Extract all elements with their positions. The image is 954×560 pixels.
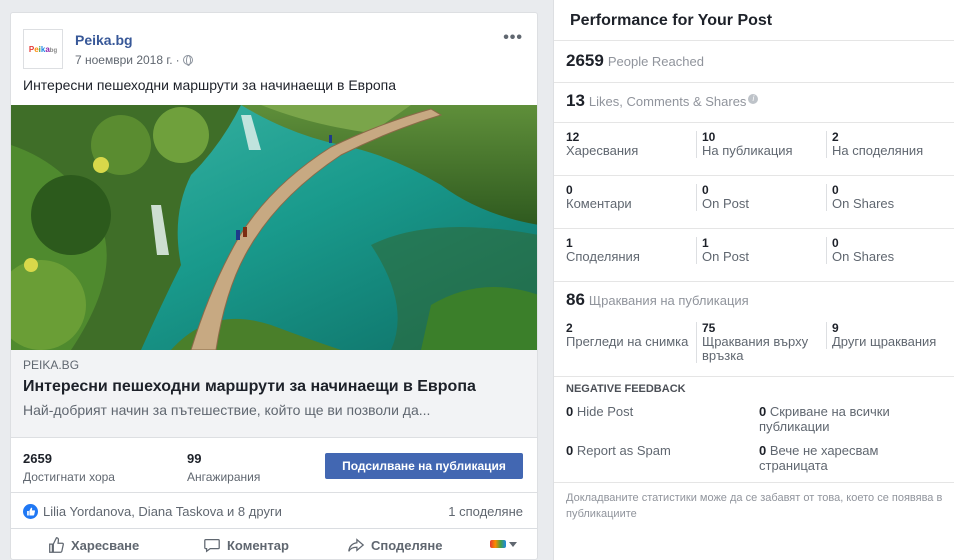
likes-on-shares: 2 На споделяния bbox=[826, 131, 954, 158]
negative-feedback-section: NEGATIVE FEEDBACK 0 Hide Post 0 Скриване… bbox=[554, 376, 954, 482]
link-preview[interactable]: PEIKA.BG Интересни пешеходни маршрути за… bbox=[11, 350, 537, 438]
page-mini-avatar bbox=[490, 540, 506, 548]
shares-total: 1 Споделяния bbox=[566, 236, 640, 264]
unlike-page-stat: 0 Вече не харесвам страницата bbox=[759, 443, 879, 473]
thumbs-up-icon bbox=[49, 537, 64, 553]
shares-count[interactable]: 1 споделяне bbox=[448, 504, 523, 519]
share-arrow-icon bbox=[348, 538, 365, 552]
clicks-label: Щраквания на публикация bbox=[588, 293, 749, 308]
like-label: Харесване bbox=[71, 537, 140, 553]
post-photo[interactable] bbox=[11, 105, 537, 350]
post-text: Интересни пешеходни маршрути за начинаещ… bbox=[23, 77, 397, 93]
people-reached-label: People Reached bbox=[607, 54, 704, 69]
performance-title: Performance for Your Post bbox=[570, 12, 773, 29]
shares-on-shares: 0 On Shares bbox=[826, 237, 954, 264]
like-button[interactable]: Харесване bbox=[47, 536, 139, 554]
link-title[interactable]: Интересни пешеходни маршрути за начинаещ… bbox=[23, 378, 527, 396]
people-reached-section: 2659 People Reached bbox=[554, 40, 954, 82]
clicks-summary: 86 Щраквания на публикация bbox=[566, 290, 749, 310]
comment-icon bbox=[204, 538, 220, 553]
share-button[interactable]: Споделяне bbox=[347, 536, 442, 554]
comments-on-post: 0 On Post bbox=[696, 184, 824, 211]
likes-on-post: 10 На публикация bbox=[696, 131, 824, 158]
post-stats-row: 2659 Достигнати хора 99 Ангажирания Подс… bbox=[11, 439, 537, 493]
clicks-value: 86 bbox=[566, 290, 585, 309]
shares-on-post: 1 On Post bbox=[696, 237, 824, 264]
hide-all-posts-stat: 0 Скриване на всички публикации bbox=[759, 404, 890, 434]
link-domain: PEIKA.BG bbox=[23, 358, 80, 372]
comment-label: Коментар bbox=[227, 537, 289, 553]
like-reaction-icon bbox=[23, 504, 38, 519]
reached-stat: 2659 Достигнати хора bbox=[23, 451, 115, 484]
likes-total: 12 Харесвания bbox=[566, 130, 639, 158]
other-clicks: 9 Други щраквания bbox=[826, 322, 954, 349]
post-as-selector[interactable] bbox=[490, 540, 517, 548]
post-header: Pe i k a bg Peika.bg 7 ноември 2018 г. · ••• bbox=[11, 13, 537, 75]
lake-boardwalk-illustration bbox=[11, 105, 537, 350]
people-reached: 2659 People Reached bbox=[566, 51, 704, 71]
globe-icon bbox=[182, 55, 193, 66]
people-reached-value: 2659 bbox=[566, 51, 604, 70]
lcs-value: 13 bbox=[566, 91, 585, 110]
comments-on-shares: 0 On Shares bbox=[826, 184, 954, 211]
negative-feedback-title: NEGATIVE FEEDBACK bbox=[566, 383, 686, 395]
link-clicks: 75 Щраквания върху връзка bbox=[696, 322, 824, 363]
reactions-row: Lilia Yordanova, Diana Taskova и 8 други… bbox=[11, 493, 537, 529]
engagement-stat: 99 Ангажирания bbox=[187, 451, 260, 484]
peika-logo: Pe i k a bg bbox=[28, 44, 58, 54]
report-spam-stat: 0 Report as Spam bbox=[566, 443, 671, 458]
actions-row: Харесване Коментар Споделяне bbox=[11, 530, 537, 559]
performance-panel: Performance for Your Post 2659 People Rea… bbox=[553, 0, 954, 560]
post-date[interactable]: 7 ноември 2018 г. bbox=[75, 53, 173, 67]
share-label: Споделяне bbox=[371, 537, 443, 553]
boost-post-button[interactable]: Подсилване на публикация bbox=[325, 453, 523, 479]
photo-views: 2 Прегледи на снимка bbox=[566, 321, 689, 349]
footnote-divider bbox=[554, 482, 954, 483]
meta-separator: · bbox=[175, 53, 180, 67]
likes-breakdown: 12 Харесвания 10 На публикация 2 На споделя… bbox=[554, 122, 954, 175]
reached-label: Достигнати хора bbox=[23, 470, 115, 484]
info-icon[interactable]: i bbox=[748, 93, 759, 104]
shares-breakdown: 1 Споделяния 1 On Post 0 On Shares bbox=[554, 228, 954, 281]
reactors-names[interactable]: Lilia Yordanova, Diana Taskova и 8 други bbox=[43, 504, 282, 519]
comments-breakdown: 0 Коментари 0 On Post 0 On Shares bbox=[554, 175, 954, 228]
engagement-value: 99 bbox=[187, 451, 202, 466]
post-card: Pe i k a bg Peika.bg 7 ноември 2018 г. · •••… bbox=[10, 12, 538, 560]
reached-value: 2659 bbox=[23, 451, 52, 466]
post-meta: 7 ноември 2018 г. · bbox=[75, 53, 193, 67]
more-options-icon[interactable]: ••• bbox=[503, 29, 523, 47]
link-description: Най-добрият начин за пътешествие, който … bbox=[23, 402, 431, 418]
hide-post-stat: 0 Hide Post bbox=[566, 404, 634, 419]
lcs-summary: 13 Likes, Comments & Shares i bbox=[566, 91, 759, 111]
comments-total: 0 Коментари bbox=[566, 183, 632, 211]
caret-down-icon bbox=[509, 541, 517, 547]
page-avatar[interactable]: Pe i k a bg bbox=[23, 29, 63, 69]
stats-footnote: Докладваните статистики може да се забав… bbox=[566, 492, 943, 520]
lcs-label: Likes, Comments & Shares bbox=[588, 94, 747, 109]
clicks-section: 86 Щраквания на публикация 2 Прегледи на с… bbox=[554, 281, 954, 376]
engagement-label: Ангажирания bbox=[187, 470, 261, 484]
page-name-link[interactable]: Peika.bg bbox=[75, 32, 133, 48]
comment-button[interactable]: Коментар bbox=[203, 536, 289, 554]
lcs-section: 13 Likes, Comments & Shares i bbox=[554, 82, 954, 122]
